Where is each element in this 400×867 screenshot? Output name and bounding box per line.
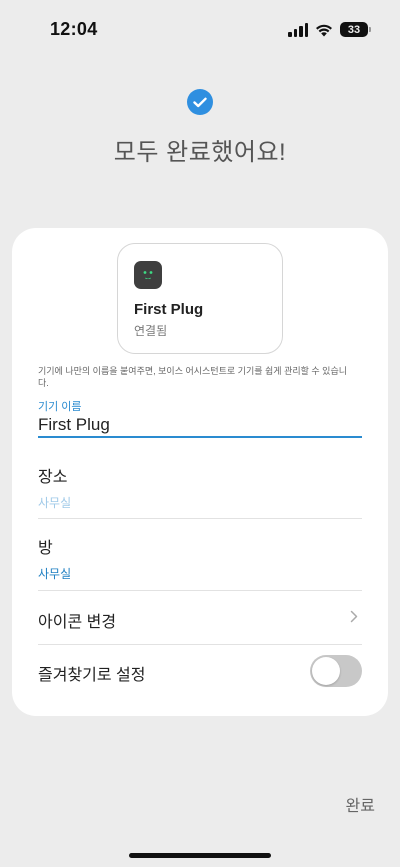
- wifi-icon: [316, 24, 332, 36]
- divider: [38, 590, 362, 591]
- device-name-input[interactable]: [38, 414, 362, 438]
- location-row[interactable]: 장소 사무실: [38, 463, 362, 511]
- status-bar: 12:04 33: [0, 0, 400, 60]
- check-icon: [187, 89, 213, 115]
- favorite-row: 즐겨찾기로 설정: [38, 655, 362, 687]
- screen: 12:04 33 모두 완료했어요! First Plug 연결됨 기기에 나만…: [0, 0, 400, 867]
- page-title: 모두 완료했어요!: [113, 139, 287, 166]
- battery-level: 33: [347, 23, 361, 36]
- location-value: 사무실: [38, 496, 72, 510]
- change-icon-row[interactable]: 아이콘 변경: [38, 608, 362, 631]
- room-title: 방: [38, 540, 53, 557]
- favorite-toggle[interactable]: [310, 655, 362, 687]
- device-name: First Plug: [134, 301, 204, 318]
- change-icon-title: 아이콘 변경: [38, 614, 117, 631]
- device-settings-card: First Plug 연결됨 기기에 나만의 이름을 붙여주면, 보이스 어시스…: [12, 228, 388, 716]
- divider: [38, 644, 362, 645]
- complete-button[interactable]: 완료: [346, 792, 375, 816]
- status-time: 12:04: [50, 19, 98, 39]
- room-value: 사무실: [38, 567, 72, 581]
- device-status: 연결됨: [134, 324, 168, 338]
- signal-icon: [288, 22, 308, 37]
- home-indicator: [129, 853, 271, 858]
- location-title: 장소: [38, 469, 68, 486]
- divider: [38, 518, 362, 519]
- naming-hint: 기기에 나만의 이름을 붙여주면, 보이스 어시스턴트로 기기를 쉽게 관리할 …: [38, 366, 348, 388]
- battery-icon: 33: [340, 22, 371, 37]
- toggle-knob: [312, 657, 340, 685]
- chevron-right-icon: [350, 610, 358, 623]
- room-row[interactable]: 방 사무실: [38, 534, 362, 582]
- device-name-label: 기기 이름: [38, 401, 82, 413]
- plug-icon: [134, 261, 162, 289]
- status-icons: 33: [288, 22, 371, 37]
- device-preview-card: First Plug 연결됨: [117, 243, 283, 354]
